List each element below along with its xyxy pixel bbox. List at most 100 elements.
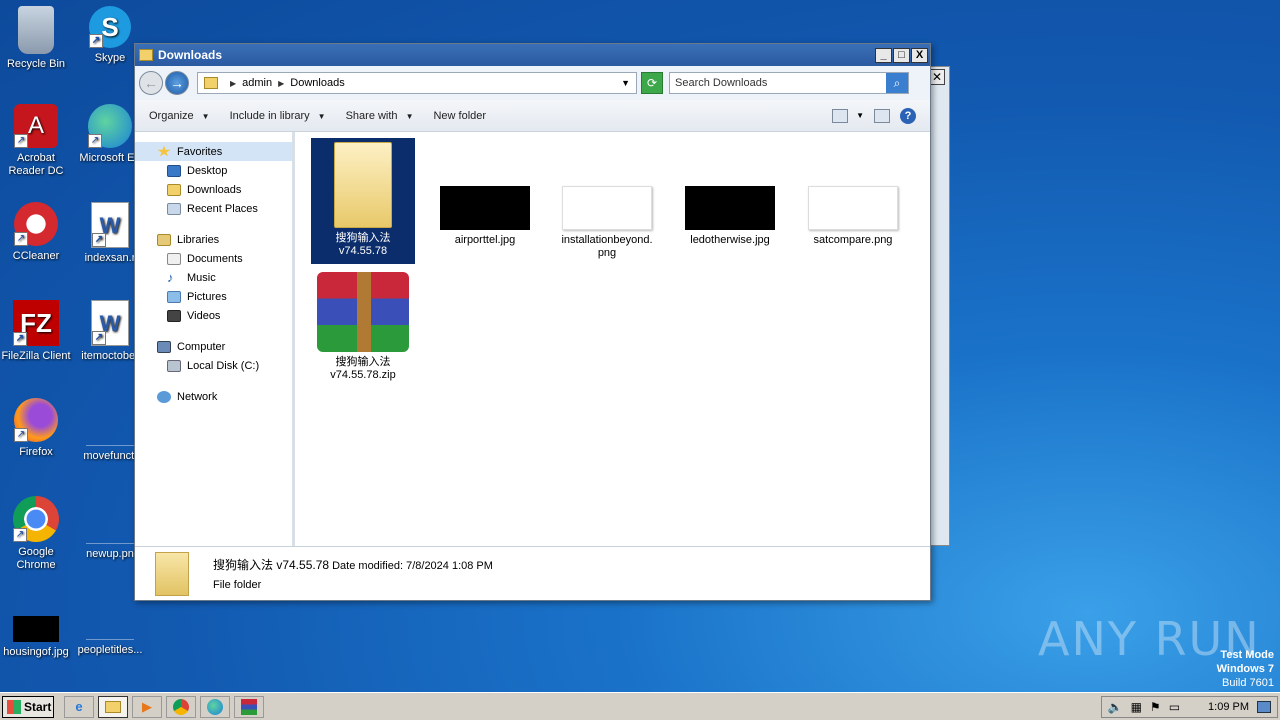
command-bar: Organize ▼ Include in library ▼ Share with… bbox=[135, 100, 930, 132]
desktop-icon-label: peopletitles... bbox=[77, 644, 143, 656]
taskbar-winrar[interactable] bbox=[234, 695, 264, 718]
new-folder-button[interactable]: New folder bbox=[433, 110, 486, 122]
winrar-icon bbox=[241, 698, 257, 715]
nav-network[interactable]: Network bbox=[135, 387, 292, 406]
nav-downloads[interactable]: Downloads bbox=[135, 180, 292, 199]
nav-label: Recent Places bbox=[187, 202, 258, 215]
nav-favorites[interactable]: Favorites bbox=[135, 142, 292, 161]
address-row: ← → ▶ admin ▶ Downloads ▼ ⟳ Search Downl… bbox=[135, 66, 930, 100]
nav-videos[interactable]: Videos bbox=[135, 306, 292, 325]
desktop-icon-filezilla[interactable]: FZ ↗ FileZilla Client bbox=[0, 300, 74, 363]
chevron-right-icon[interactable]: ▶ bbox=[278, 79, 284, 88]
desktop-icon-recycle-bin[interactable]: Recycle Bin bbox=[0, 6, 74, 71]
back-button[interactable]: ← bbox=[139, 71, 163, 95]
desktop-icon-chrome[interactable]: ↗ Google Chrome bbox=[0, 496, 74, 572]
taskbar-explorer[interactable] bbox=[98, 695, 128, 718]
clock[interactable]: 1:09 PM bbox=[1208, 701, 1249, 713]
file-item-zip[interactable]: 搜狗输入法 v74.55.78.zip bbox=[311, 272, 415, 382]
network-icon[interactable]: ▦ bbox=[1131, 700, 1142, 714]
chevron-right-icon[interactable]: ▶ bbox=[230, 79, 236, 88]
nav-label: Music bbox=[187, 271, 216, 284]
include-in-library-label: Include in library bbox=[229, 109, 310, 122]
taskbar-ie[interactable]: e bbox=[64, 695, 94, 718]
nav-computer[interactable]: Computer bbox=[135, 337, 292, 356]
nav-pictures[interactable]: Pictures bbox=[135, 287, 292, 306]
include-in-library-button[interactable]: Include in library ▼ bbox=[230, 110, 326, 122]
taskbar-media-player[interactable]: ▶ bbox=[132, 695, 162, 718]
os-label: Windows 7 bbox=[1216, 663, 1274, 675]
file-list[interactable]: 搜狗输入法 v74.55.78 airporttel.jpg installat… bbox=[295, 132, 930, 546]
nav-local-disk[interactable]: Local Disk (C:) bbox=[135, 356, 292, 375]
archive-belt-icon bbox=[357, 272, 371, 352]
start-button[interactable]: Start bbox=[2, 695, 54, 718]
desktop-icon-label: Recycle Bin bbox=[6, 58, 66, 70]
shortcut-arrow-icon: ↗ bbox=[13, 332, 27, 346]
change-view-icon[interactable] bbox=[832, 108, 849, 123]
search-icon[interactable]: ⌕ bbox=[886, 73, 908, 93]
keyboard-icon[interactable]: ▭ bbox=[1169, 700, 1180, 714]
chevron-down-icon[interactable]: ▼ bbox=[621, 78, 630, 88]
downloads-folder-icon bbox=[167, 183, 181, 196]
file-item-satcompare[interactable]: satcompare.png bbox=[801, 186, 905, 247]
edge-icon bbox=[207, 698, 223, 715]
show-desktop-icon[interactable] bbox=[1257, 700, 1271, 713]
search-input[interactable]: Search Downloads ⌕ bbox=[669, 72, 909, 94]
image-thumbnail-icon bbox=[562, 186, 652, 230]
star-icon bbox=[157, 145, 171, 157]
nav-label: Favorites bbox=[177, 145, 223, 158]
refresh-button[interactable]: ⟳ bbox=[641, 72, 663, 94]
close-icon[interactable]: ✕ bbox=[929, 69, 945, 85]
nav-desktop[interactable]: Desktop bbox=[135, 161, 292, 180]
folder-icon bbox=[139, 49, 153, 61]
taskbar-chrome[interactable] bbox=[166, 695, 196, 718]
shortcut-arrow-icon: ↗ bbox=[14, 232, 28, 246]
nav-recent-places[interactable]: Recent Places bbox=[135, 199, 292, 218]
music-icon: ♪ bbox=[167, 269, 174, 285]
maximize-button[interactable]: □ bbox=[893, 47, 910, 63]
file-item-airporttel[interactable]: airporttel.jpg bbox=[433, 186, 537, 247]
address-bar[interactable]: ▶ admin ▶ Downloads ▼ bbox=[197, 72, 637, 94]
folder-icon bbox=[204, 77, 218, 89]
nav-label: Network bbox=[177, 390, 218, 403]
volume-icon[interactable]: 🔈 bbox=[1108, 700, 1123, 714]
details-type: File folder bbox=[213, 579, 262, 591]
chevron-down-icon[interactable]: ▼ bbox=[856, 111, 864, 120]
minimize-button[interactable]: _ bbox=[875, 47, 892, 63]
file-item-installationbeyond[interactable]: installationbeyond.png bbox=[555, 186, 659, 260]
local-disk-icon bbox=[167, 359, 181, 372]
desktop-icon-firefox[interactable]: ↗ Firefox bbox=[0, 398, 74, 459]
nav-label: Computer bbox=[177, 340, 226, 353]
folder-icon bbox=[334, 142, 392, 228]
explorer-window: Downloads _ □ X ← → ▶ admin ▶ Downloads … bbox=[134, 43, 931, 601]
forward-button[interactable]: → bbox=[165, 71, 189, 95]
help-icon[interactable]: ? bbox=[900, 107, 916, 124]
preview-pane-icon[interactable] bbox=[874, 108, 890, 123]
desktop-icon-peopletitles[interactable]: peopletitles... bbox=[72, 600, 148, 657]
recent-places-icon bbox=[167, 202, 181, 215]
breadcrumb-downloads[interactable]: Downloads bbox=[290, 77, 344, 89]
file-item-folder[interactable]: 搜狗输入法 v74.55.78 bbox=[311, 138, 415, 264]
nav-label: Downloads bbox=[187, 183, 242, 196]
share-with-button[interactable]: Share with ▼ bbox=[346, 110, 414, 122]
navigation-pane: Favorites Desktop Downloads Recent Place… bbox=[135, 132, 295, 546]
nav-libraries[interactable]: Libraries bbox=[135, 230, 292, 249]
file-name: satcompare.png bbox=[813, 234, 893, 246]
title-bar[interactable]: Downloads _ □ X bbox=[135, 44, 930, 66]
desktop-icon-housingof[interactable]: housingof.jpg bbox=[0, 600, 74, 659]
breadcrumb-admin[interactable]: admin bbox=[242, 77, 272, 89]
close-button[interactable]: X bbox=[911, 47, 928, 63]
word-document-icon: W ↗ bbox=[91, 202, 129, 248]
desktop-icon-acrobat[interactable]: A ↗ Acrobat Reader DC bbox=[0, 104, 74, 178]
action-center-flag-icon[interactable]: ⚑ bbox=[1150, 700, 1161, 714]
nav-music[interactable]: ♪ Music bbox=[135, 268, 292, 287]
desktop-icon bbox=[167, 164, 181, 177]
libraries-icon bbox=[157, 233, 171, 246]
desktop-icon-ccleaner[interactable]: ↗ CCleaner bbox=[0, 202, 74, 263]
taskbar-edge[interactable] bbox=[200, 695, 230, 718]
organize-label: Organize bbox=[149, 109, 194, 122]
nav-documents[interactable]: Documents bbox=[135, 249, 292, 268]
desktop-icon-label: housingof.jpg bbox=[3, 646, 69, 658]
folder-icon bbox=[105, 700, 121, 713]
file-item-ledotherwise[interactable]: ledotherwise.jpg bbox=[678, 186, 782, 247]
organize-button[interactable]: Organize ▼ bbox=[149, 110, 210, 122]
